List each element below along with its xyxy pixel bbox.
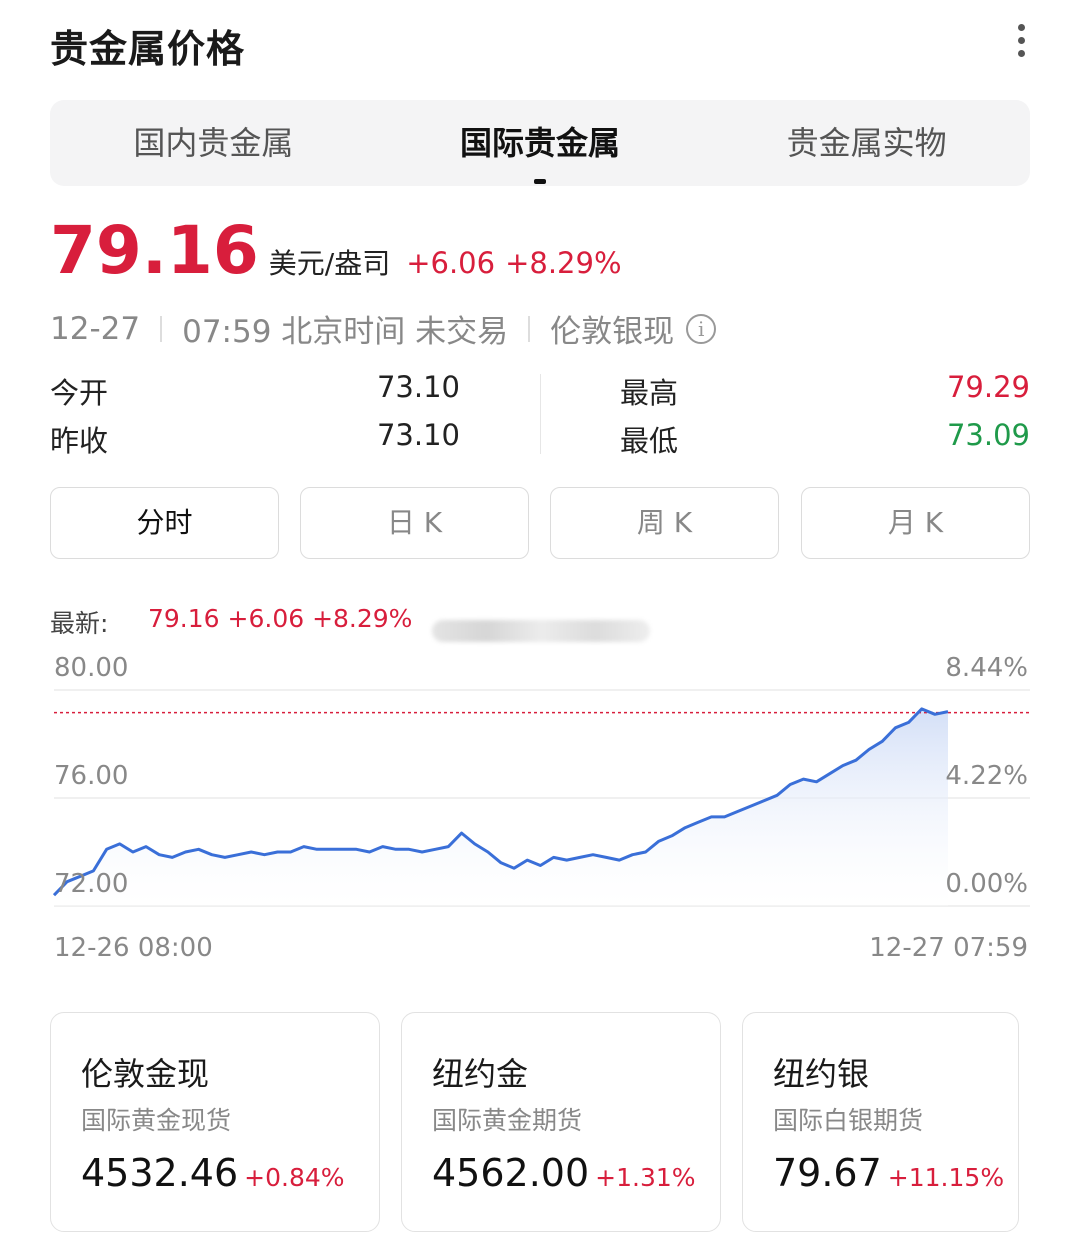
info-icon[interactable]: i [686,313,717,344]
card-subtitle: 国际黄金期货 [432,1106,583,1135]
prev-close-label: 昨收 [50,424,109,458]
y-tick-right-mid: 4.22% [945,761,1028,791]
card-price: 79.67 [773,1151,882,1195]
y-tick-right-top: 8.44% [945,653,1028,683]
card-name: 伦敦金现 [81,1055,210,1093]
market-tabs: 国内贵金属 国际贵金属 贵金属实物 [50,100,1030,186]
page-title: 贵金属价格 [50,27,246,71]
related-markets: 伦敦金现 国际黄金现货 4532.46 +0.84% 纽约金 国际黄金期货 456… [50,1012,1030,1232]
card-subtitle: 国际黄金现货 [81,1106,232,1135]
quote-price-row: 79.16 美元/盎司 +6.06 +8.29% [50,212,622,292]
low-value: 73.09 [946,418,1030,452]
quote-time-status: 07:59 北京时间 未交易 [182,314,509,350]
prev-close-value: 73.10 [376,418,460,452]
price-unit: 美元/盎司 [268,247,391,280]
header: 贵金属价格 [0,0,1080,90]
tab-international[interactable]: 国际贵金属 [377,100,704,186]
period-tab-intraday[interactable]: 分时 [50,487,279,559]
card-change: +1.31% [595,1163,696,1192]
card-change: +0.84% [244,1163,345,1192]
high-label: 最高 [620,376,679,410]
period-tab-daily[interactable]: 日 K [300,487,529,559]
card-price-row: 4532.46 +0.84% [81,1151,345,1195]
x-tick-start: 12-26 08:00 [54,933,213,963]
market-card-ny-gold[interactable]: 纽约金 国际黄金期货 4562.00 +1.31% [401,1012,721,1232]
current-price: 79.16 [50,212,259,289]
chart-area-fill [54,708,948,906]
high-value: 79.29 [946,370,1030,404]
divider [528,315,531,342]
market-card-ny-silver[interactable]: 纽约银 国际白银期货 79.67 +11.15% [742,1012,1019,1232]
open-label: 今开 [50,376,109,410]
chart-svg: 80.00 76.00 72.00 8.44% 4.22% 0.00% 12-2… [52,653,1030,963]
card-price: 4562.00 [432,1151,590,1195]
quote-stats: 今开 73.10 昨收 73.10 最高 79.29 最低 73.09 [50,366,1030,462]
y-tick-left-bottom: 72.00 [54,869,128,899]
x-tick-end: 12-27 07:59 [869,933,1028,963]
y-tick-right-bottom: 0.00% [945,869,1028,899]
quote-meta: 12-27 07:59 北京时间 未交易 伦敦银现 i [50,306,717,351]
card-change: +11.15% [887,1163,1005,1192]
period-tab-weekly[interactable]: 周 K [550,487,779,559]
card-price-row: 4562.00 +1.31% [432,1151,696,1195]
market-name: 伦敦银现 [550,314,675,350]
low-label: 最低 [620,424,679,458]
intraday-chart[interactable]: 最新: 79.16 +6.06 +8.29% 80.00 76.00 72.00… [0,596,1080,976]
card-name: 纽约银 [773,1055,870,1093]
quote-date: 12-27 [50,310,141,347]
tab-domestic[interactable]: 国内贵金属 [50,100,377,186]
card-price-row: 79.67 +11.15% [773,1151,1004,1195]
price-change-pct: +8.29% [505,246,622,280]
divider [160,315,163,342]
price-change: +6.06 [406,246,496,280]
market-card-london-gold[interactable]: 伦敦金现 国际黄金现货 4532.46 +0.84% [50,1012,380,1232]
card-price: 4532.46 [81,1151,239,1195]
more-vertical-icon[interactable] [1008,24,1034,64]
card-name: 纽约金 [432,1055,529,1093]
open-value: 73.10 [376,370,460,404]
tab-physical[interactable]: 贵金属实物 [703,100,1030,186]
period-tab-monthly[interactable]: 月 K [801,487,1030,559]
period-tabs: 分时 日 K 周 K 月 K [50,487,1030,559]
divider [540,374,541,454]
y-tick-left-mid: 76.00 [54,761,128,791]
y-tick-left-top: 80.00 [54,653,128,683]
card-subtitle: 国际白银期货 [773,1106,924,1135]
